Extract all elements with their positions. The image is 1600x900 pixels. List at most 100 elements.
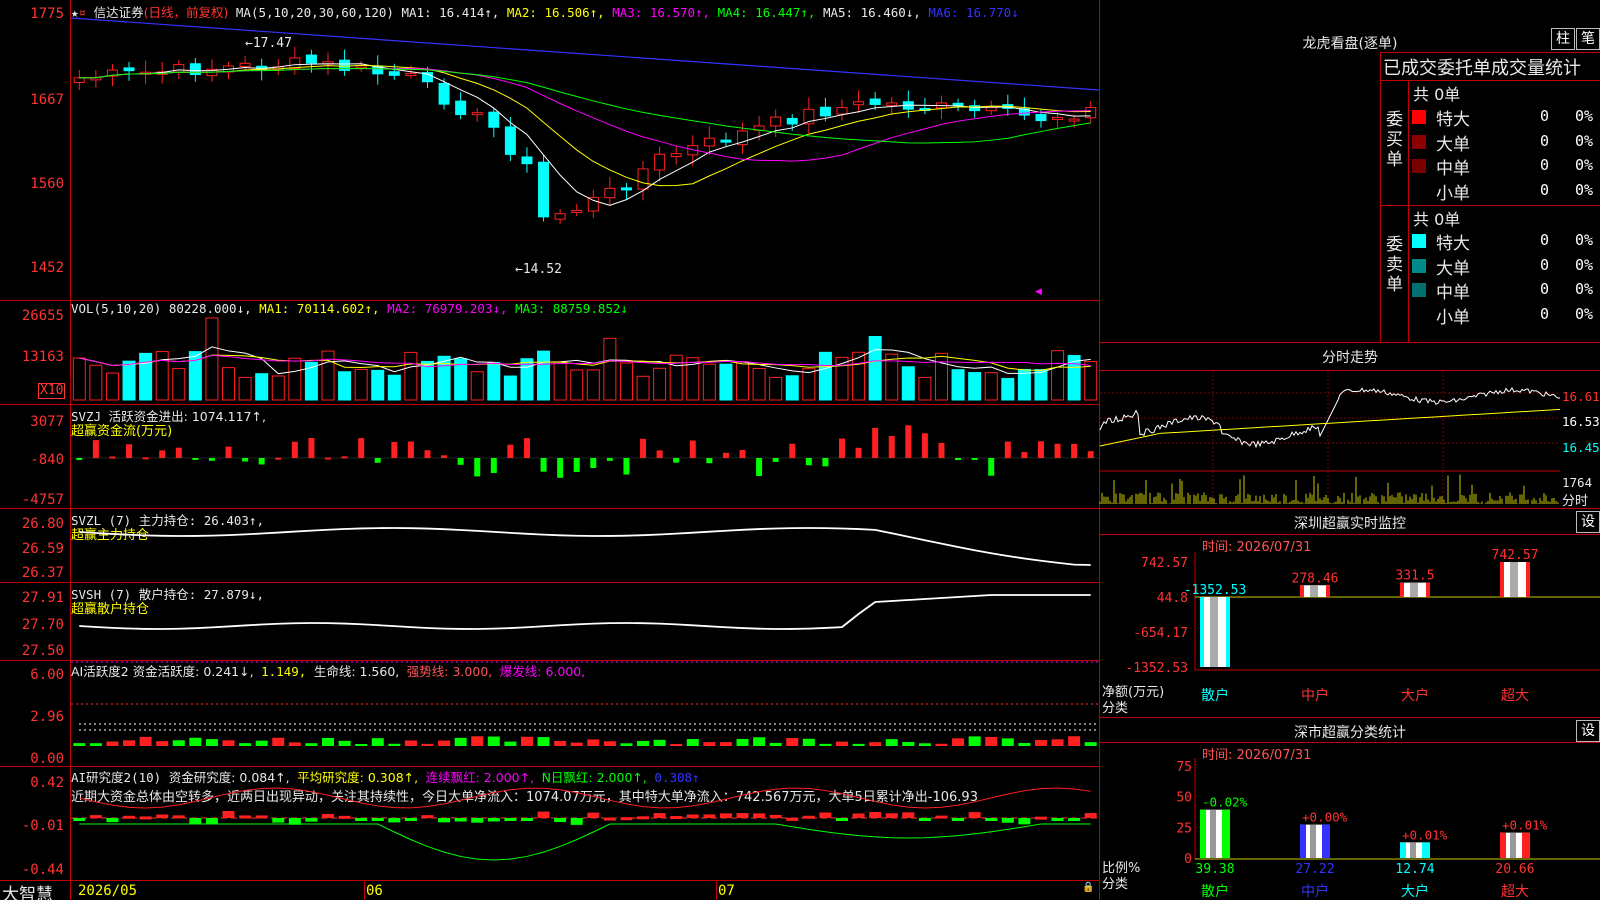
svzl-ytick: 26.37 [21,565,64,581]
order-type-label: 大单 [1436,134,1470,155]
activity-chart[interactable] [71,661,1099,766]
flow-bar [855,447,862,458]
candle-body [305,54,317,64]
flow-bar [772,458,779,462]
candle-body [703,137,715,147]
tick-mode-button[interactable]: 笔 [1576,28,1600,50]
research-chart[interactable] [71,768,1099,880]
candle-body [388,71,400,76]
x-label: 06 [366,883,383,899]
fenshi-vol: 1764 [1562,475,1593,490]
activity-bar [73,743,86,746]
candle-body [488,111,500,128]
candle-body [538,161,550,218]
flow-bar [988,458,995,476]
volume-bar [503,375,517,401]
bar-shade [1510,562,1518,597]
research-bar [205,818,218,825]
flow-bar [175,447,182,458]
order-type-label: 小单 [1436,183,1470,204]
activity-bar [620,743,633,746]
activity-bar [637,740,650,746]
research-bar [471,818,484,823]
candle-body [521,156,533,165]
flow-bar [706,458,713,464]
order-count: 0 [1540,131,1550,150]
ai1-ytick: 6.00 [30,667,64,683]
brand-logo[interactable]: 大智慧 [2,880,53,900]
cls-value-label: 27.22 [1295,862,1334,877]
low-price-label: ←14.52 [515,262,562,277]
candle-body [239,62,251,67]
candle-body [620,187,632,191]
research-bar [769,814,782,818]
bar-edge [1300,585,1304,597]
research-bar [603,817,616,821]
cls-category: 散户 [1201,883,1229,900]
flow-bar [1087,451,1094,458]
class-ratio-chart[interactable]: 75 50 25 0 -0.02% 39.38 散户 +0.00% 27.22 中户 +0.01% 1… [1100,758,1600,900]
mon-bar-label: 331.5 [1395,569,1434,584]
flow-bar [971,458,978,460]
buy-total: 共 0单 [1413,85,1461,104]
research-bar [1084,813,1097,818]
activity-bar [802,738,815,746]
activity-bar [952,738,965,746]
intraday-chart[interactable] [1099,371,1561,506]
divider [1408,80,1409,342]
volume-bar [1084,361,1098,401]
activity-bar [786,738,799,746]
activity-bar [1018,742,1031,746]
flow-bar [623,458,630,475]
candle-body [720,139,732,143]
mon-ytick: -654.17 [1133,626,1188,641]
research-bar [487,818,500,822]
cls-value-label: 12.74 [1395,862,1434,877]
candle-body [886,102,898,106]
fenshi-title: 分时走势 [1322,350,1378,366]
vol-value: 80228.000↓, [168,301,252,316]
activity-bar [554,740,567,746]
mon-bar-label: 278.46 [1292,571,1339,586]
net-amount-chart[interactable]: 742.5744.8-654.17-1352.53-1352.53散户278.4… [1100,548,1600,717]
flow-bar [391,441,398,458]
activity-bar [504,741,517,746]
svzj-ytick: -4757 [21,492,64,508]
chart-area[interactable]: ★¤ 信达证券(日线，前复权) MA(5,10,20,30,60,120) MA… [0,0,1100,900]
volume-bar [172,368,186,401]
mon-ytick: 742.57 [1141,556,1188,571]
settings-button[interactable]: 设 [1576,720,1600,742]
volume-chart[interactable] [71,317,1099,402]
research-bar [554,818,567,823]
activity-bar [454,737,467,746]
main-holding-chart[interactable] [71,510,1099,580]
volume-bar [785,375,799,401]
bar-shade [1510,832,1516,858]
cls-ytick: 0 [1184,852,1192,867]
volume-bar [901,366,915,401]
settings-button[interactable]: 设 [1576,511,1600,533]
flow-bar [275,457,282,460]
order-type-label: 特大 [1436,110,1470,130]
pane-separator [0,508,1100,509]
bar-mode-button[interactable]: 柱 [1551,28,1575,50]
volume-bar [702,363,716,401]
bar-shade [1310,824,1316,858]
sz-monitor-title: 深圳超赢实时监控 [1294,516,1406,532]
cls-category: 大户 [1401,883,1429,900]
flow-bar [805,458,812,466]
vol-unit-badge: X10 [38,383,66,399]
research-bar [388,818,401,823]
research-bar [438,818,451,823]
lock-icon[interactable]: 🔒 [1082,882,1094,893]
vol-ma3: MA3: 88759.852↓ [515,301,628,316]
candlestick-chart[interactable] [70,17,1100,298]
cls-bar [1300,824,1330,858]
svsh-ytick: 27.70 [21,617,64,633]
order-percent: 0% [1575,255,1594,274]
research-bar [587,812,600,818]
capital-flow-chart[interactable] [71,418,1099,506]
activity-bar [520,736,533,746]
bar-shade [1210,809,1216,858]
retail-holding-chart[interactable] [71,584,1099,658]
